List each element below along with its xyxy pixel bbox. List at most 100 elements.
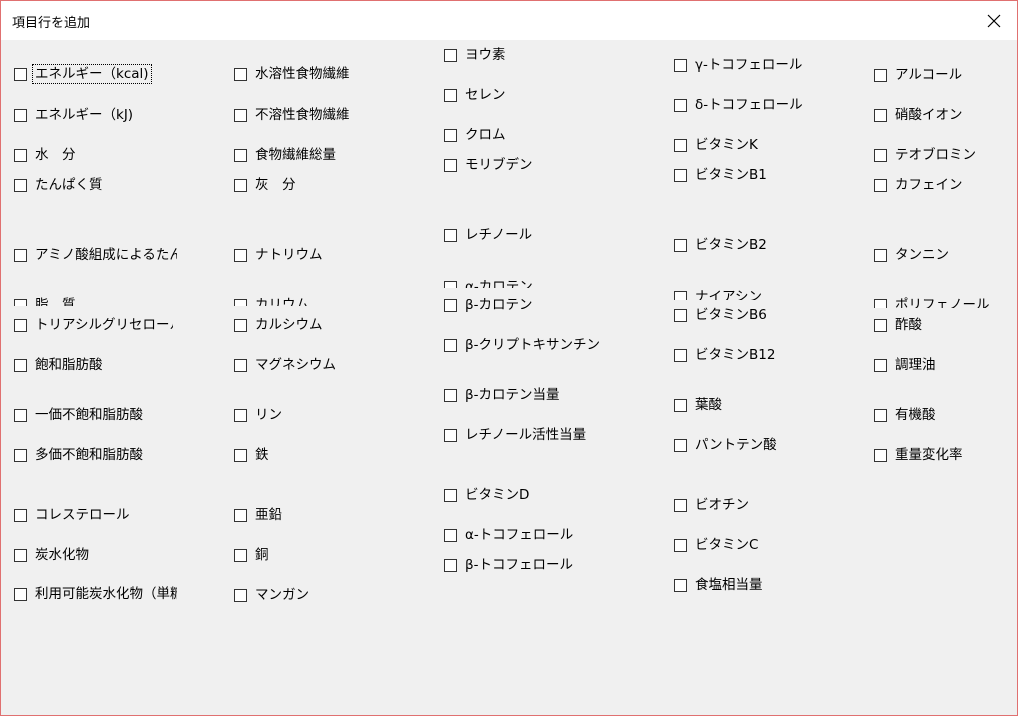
checkbox-protein[interactable]: たんぱく質	[14, 176, 103, 196]
checkbox-triacylglycerol[interactable]: トリアシルグリセロール当量	[14, 316, 173, 336]
checkbox-phosphorus[interactable]: リン	[234, 406, 282, 426]
checkbox-available-carbohydrate[interactable]: 利用可能炭水化物（単糖当量）	[14, 585, 177, 609]
checkbox-box[interactable]	[674, 499, 687, 512]
checkbox-vitamin-c[interactable]: ビタミンC	[674, 536, 758, 556]
checkbox-box[interactable]	[674, 139, 687, 152]
checkbox-poly-unsaturated[interactable]: 多価不飽和脂肪酸	[14, 446, 143, 466]
checkbox-box[interactable]	[444, 129, 457, 142]
checkbox-box[interactable]	[674, 579, 687, 592]
checkbox-box[interactable]	[874, 69, 887, 82]
checkbox-box[interactable]	[234, 299, 247, 306]
checkbox-box[interactable]	[444, 559, 457, 572]
checkbox-delta-tocopherol[interactable]: δ-トコフェロール	[674, 96, 803, 116]
checkbox-alpha-carotene[interactable]: α-カロテン	[444, 278, 533, 288]
checkbox-beta-carotene[interactable]: β-カロテン	[444, 296, 533, 316]
checkbox-box[interactable]	[234, 68, 247, 81]
checkbox-box[interactable]	[874, 149, 887, 162]
checkbox-vitamin-b6[interactable]: ビタミンB6	[674, 306, 767, 326]
checkbox-total-fiber[interactable]: 食物繊維総量	[234, 146, 336, 166]
checkbox-zinc[interactable]: 亜鉛	[234, 506, 282, 526]
checkbox-magnesium[interactable]: マグネシウム	[234, 356, 336, 376]
checkbox-iodine[interactable]: ヨウ素	[444, 46, 506, 66]
checkbox-gamma-tocopherol[interactable]: γ-トコフェロール	[674, 56, 802, 76]
checkbox-box[interactable]	[14, 299, 27, 306]
checkbox-box[interactable]	[444, 389, 457, 402]
close-button[interactable]	[971, 1, 1017, 40]
checkbox-retinol[interactable]: レチノール	[444, 226, 532, 246]
checkbox-energy-kj[interactable]: エネルギー（kJ)	[14, 106, 133, 126]
checkbox-box[interactable]	[874, 319, 887, 332]
checkbox-box[interactable]	[14, 249, 27, 262]
checkbox-beta-tocopherol[interactable]: β-トコフェロール	[444, 556, 573, 576]
checkbox-saturated-fat[interactable]: 飽和脂肪酸	[14, 356, 103, 376]
checkbox-box[interactable]	[874, 299, 887, 308]
checkbox-box[interactable]	[234, 359, 247, 372]
checkbox-manganese[interactable]: マンガン	[234, 586, 309, 606]
checkbox-box[interactable]	[14, 509, 27, 522]
checkbox-box[interactable]	[444, 159, 457, 172]
checkbox-acetic-acid[interactable]: 酢酸	[874, 316, 922, 336]
checkbox-retinol-activity-equivalent[interactable]: レチノール活性当量	[444, 426, 586, 446]
checkbox-box[interactable]	[444, 489, 457, 502]
checkbox-calcium[interactable]: カルシウム	[234, 316, 323, 336]
checkbox-box[interactable]	[674, 239, 687, 252]
checkbox-box[interactable]	[14, 359, 27, 372]
checkbox-box[interactable]	[444, 529, 457, 542]
checkbox-box[interactable]	[444, 229, 457, 242]
checkbox-box[interactable]	[234, 449, 247, 462]
checkbox-insoluble-fiber[interactable]: 不溶性食物繊維	[234, 106, 350, 126]
checkbox-box[interactable]	[444, 49, 457, 62]
checkbox-cooking-oil[interactable]: 調理油	[874, 356, 936, 376]
checkbox-box[interactable]	[874, 409, 887, 422]
checkbox-box[interactable]	[14, 179, 27, 192]
checkbox-organic-acid[interactable]: 有機酸	[874, 406, 936, 426]
checkbox-iron[interactable]: 鉄	[234, 446, 269, 466]
checkbox-vitamin-b2[interactable]: ビタミンB2	[674, 236, 767, 256]
checkbox-lipid[interactable]: 脂 質	[14, 296, 76, 306]
checkbox-theobromine[interactable]: テオブロミン	[874, 146, 976, 166]
checkbox-box[interactable]	[874, 449, 887, 462]
checkbox-box[interactable]	[674, 59, 687, 72]
checkbox-box[interactable]	[14, 319, 27, 332]
checkbox-box[interactable]	[234, 509, 247, 522]
checkbox-box[interactable]	[674, 169, 687, 182]
checkbox-tannin[interactable]: タンニン	[874, 246, 949, 266]
checkbox-mono-unsaturated[interactable]: 一価不飽和脂肪酸	[14, 406, 143, 426]
checkbox-sodium[interactable]: ナトリウム	[234, 246, 323, 266]
checkbox-water[interactable]: 水 分	[14, 146, 76, 166]
checkbox-box[interactable]	[234, 249, 247, 262]
checkbox-box[interactable]	[234, 589, 247, 602]
checkbox-box[interactable]	[14, 409, 27, 422]
checkbox-copper[interactable]: 銅	[234, 546, 269, 566]
checkbox-beta-carotene-equivalent[interactable]: β-カロテン当量	[444, 386, 560, 406]
checkbox-nitrate-ion[interactable]: 硝酸イオン	[874, 106, 963, 126]
checkbox-box[interactable]	[234, 549, 247, 562]
checkbox-box[interactable]	[444, 299, 457, 312]
checkbox-soluble-fiber[interactable]: 水溶性食物繊維	[234, 65, 350, 85]
checkbox-energy-kcal[interactable]: エネルギー（kcal)	[14, 64, 152, 85]
checkbox-box[interactable]	[674, 309, 687, 322]
checkbox-pantothenic-acid[interactable]: パントテン酸	[674, 436, 777, 456]
checkbox-ash[interactable]: 灰 分	[234, 176, 296, 196]
checkbox-box[interactable]	[874, 359, 887, 372]
checkbox-box[interactable]	[14, 68, 27, 81]
checkbox-weight-change-rate[interactable]: 重量変化率	[874, 446, 963, 466]
checkbox-alpha-tocopherol[interactable]: α-トコフェロール	[444, 526, 573, 546]
checkbox-polyphenol[interactable]: ポリフェノール	[874, 296, 990, 308]
checkbox-potassium[interactable]: カリウム	[234, 296, 309, 306]
checkbox-vitamin-d[interactable]: ビタミンD	[444, 486, 529, 506]
checkbox-biotin[interactable]: ビオチン	[674, 496, 749, 516]
checkbox-vitamin-b12[interactable]: ビタミンB12	[674, 346, 775, 366]
checkbox-box[interactable]	[674, 99, 687, 112]
checkbox-box[interactable]	[674, 439, 687, 452]
checkbox-box[interactable]	[444, 89, 457, 102]
checkbox-box[interactable]	[234, 109, 247, 122]
checkbox-folic-acid[interactable]: 葉酸	[674, 396, 722, 416]
checkbox-amino-acid-protein[interactable]: アミノ酸組成によるたんぱく質	[14, 246, 177, 266]
checkbox-cholesterol[interactable]: コレステロール	[14, 506, 130, 526]
checkbox-box[interactable]	[674, 399, 687, 412]
checkbox-box[interactable]	[234, 149, 247, 162]
checkbox-box[interactable]	[14, 588, 27, 601]
checkbox-niacin[interactable]: ナイアシン	[674, 288, 762, 300]
checkbox-beta-cryptoxanthin[interactable]: β-クリプトキサンチン	[444, 336, 600, 356]
